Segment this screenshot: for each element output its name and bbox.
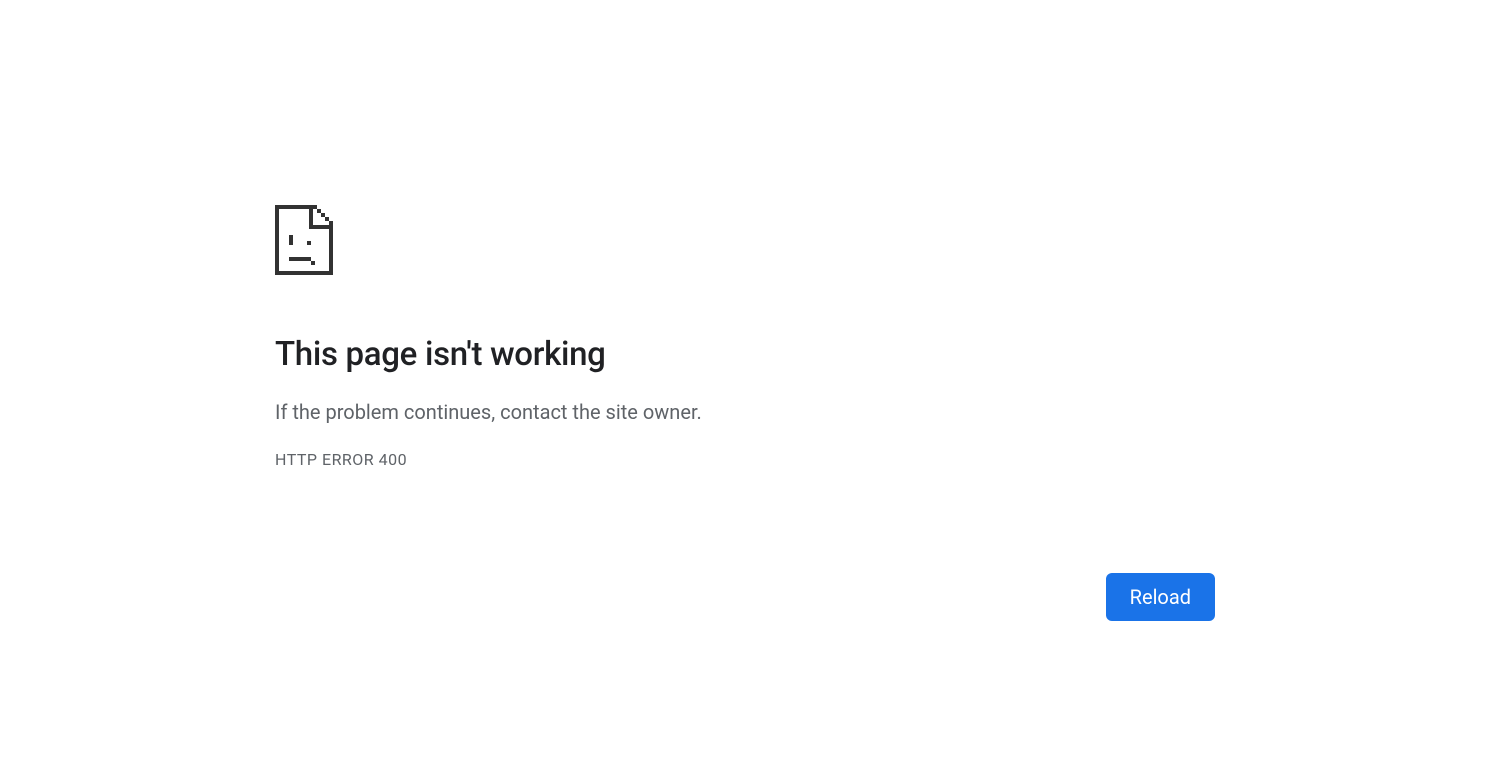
error-code: HTTP ERROR 400 [275,450,1215,469]
error-title: This page isn't working [275,335,1215,374]
button-row: Reload [1106,573,1215,621]
reload-button[interactable]: Reload [1106,573,1215,621]
error-message: If the problem continues, contact the si… [275,400,1215,424]
error-container: This page isn't working If the problem c… [275,205,1215,469]
sad-page-icon [275,205,333,275]
error-icon-wrap [275,205,1215,275]
